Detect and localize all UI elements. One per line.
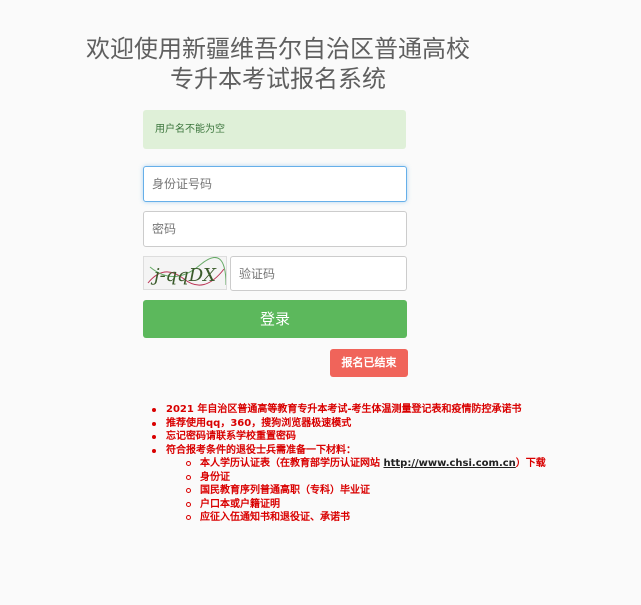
material-item: 国民教育序列普通高职（专科）毕业证 <box>186 484 622 498</box>
notice-item-label: 符合报考条件的退役士兵需准备一下材料： <box>166 444 356 456</box>
captcha-graphic: j-qqDX <box>147 257 226 286</box>
error-alert: 用户名不能为空 <box>143 110 406 149</box>
notice-list: 2021 年自治区普通高等教育专升本考试-考生体温测量登记表和疫情防控承诺书 推… <box>152 403 622 525</box>
material-item: 应征入伍通知书和退役证、承诺书 <box>186 511 622 525</box>
notice-item: 忘记密码请联系学校重置密码 <box>152 430 622 444</box>
material-item: 本人学历认证表（在教育部学历认证网站 http://www.chsi.com.c… <box>186 457 622 471</box>
password-input[interactable] <box>143 211 407 247</box>
chsi-link[interactable]: http://www.chsi.com.cn <box>383 458 515 469</box>
id-number-input[interactable] <box>143 166 407 202</box>
material-item: 身份证 <box>186 471 622 485</box>
page-title: 欢迎使用新疆维吾尔自治区普通高校 专升本考试报名系统 <box>0 34 556 94</box>
captcha-text: j-qqDX <box>150 265 217 286</box>
registration-closed-button[interactable]: 报名已结束 <box>330 349 408 377</box>
notice-item: 推荐使用qq，360，搜狗浏览器极速模式 <box>152 417 622 431</box>
material-item: 户口本或户籍证明 <box>186 498 622 512</box>
notice-item: 符合报考条件的退役士兵需准备一下材料： 本人学历认证表（在教育部学历认证网站 h… <box>152 444 622 525</box>
page-title-line1: 欢迎使用新疆维吾尔自治区普通高校 <box>86 35 470 63</box>
login-button[interactable]: 登录 <box>143 300 407 338</box>
notice-item: 2021 年自治区普通高等教育专升本考试-考生体温测量登记表和疫情防控承诺书 <box>152 403 622 417</box>
page-title-line2: 专升本考试报名系统 <box>170 65 386 93</box>
captcha-image[interactable]: j-qqDX <box>143 256 227 290</box>
captcha-input[interactable] <box>230 256 407 291</box>
